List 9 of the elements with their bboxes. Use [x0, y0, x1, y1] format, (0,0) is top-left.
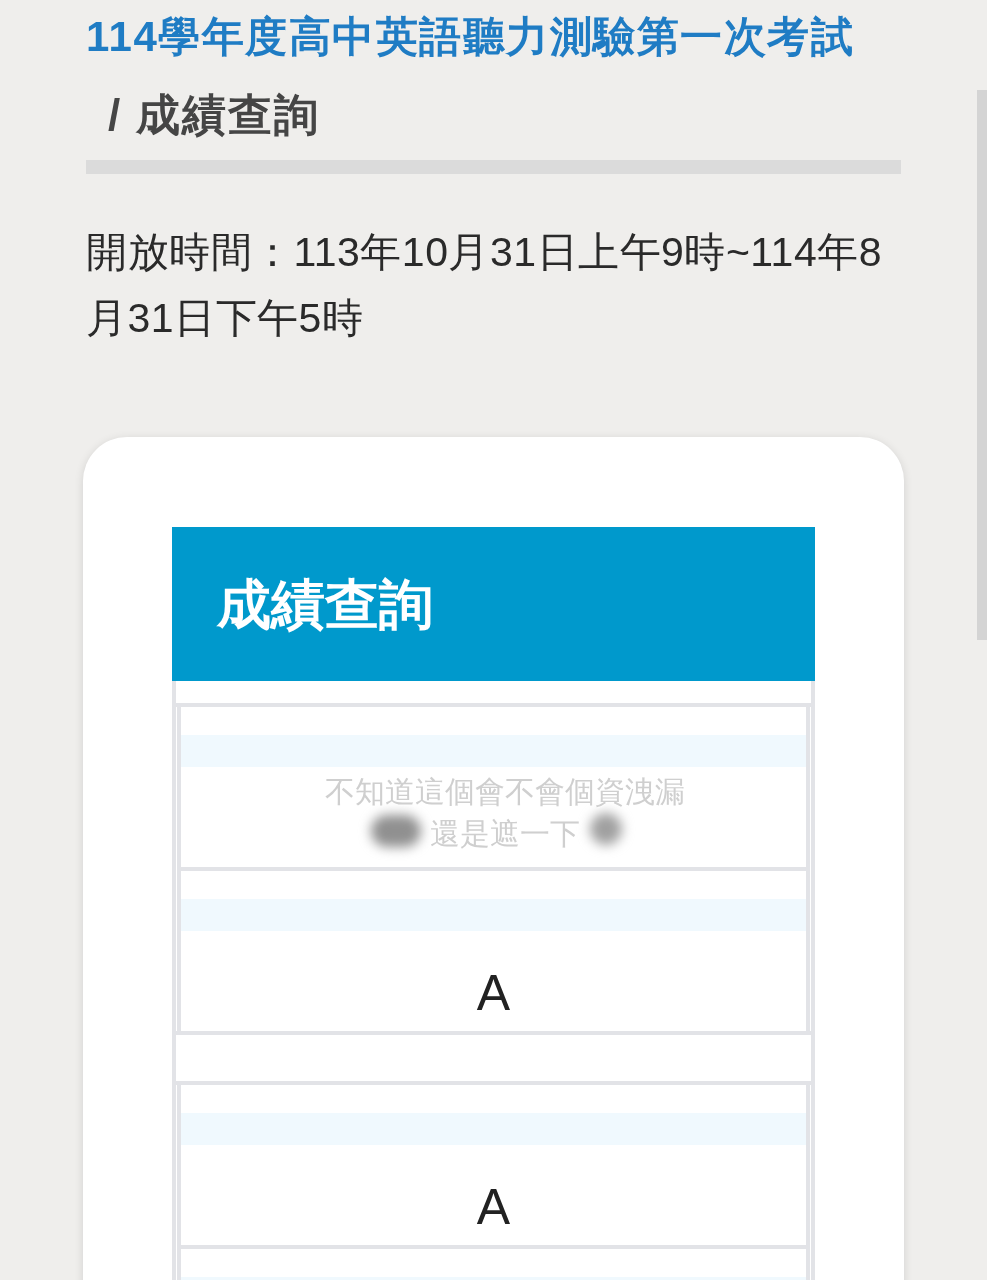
scrollbar-thumb[interactable] [977, 90, 987, 640]
page-title: 114學年度高中英語聽力測驗第一次考試 [86, 12, 856, 62]
open-time-text: 開放時間：113年10月31日上午9時~114年8月31日下午5時 [86, 228, 883, 343]
blurred-redaction [590, 813, 622, 845]
blurred-redaction [371, 815, 421, 847]
table-title: 成績查詢 [217, 577, 433, 631]
grade-text: A [476, 968, 511, 1018]
page-subtitle: / 成績查詢 [108, 90, 322, 140]
grade-text: A [476, 1182, 511, 1232]
